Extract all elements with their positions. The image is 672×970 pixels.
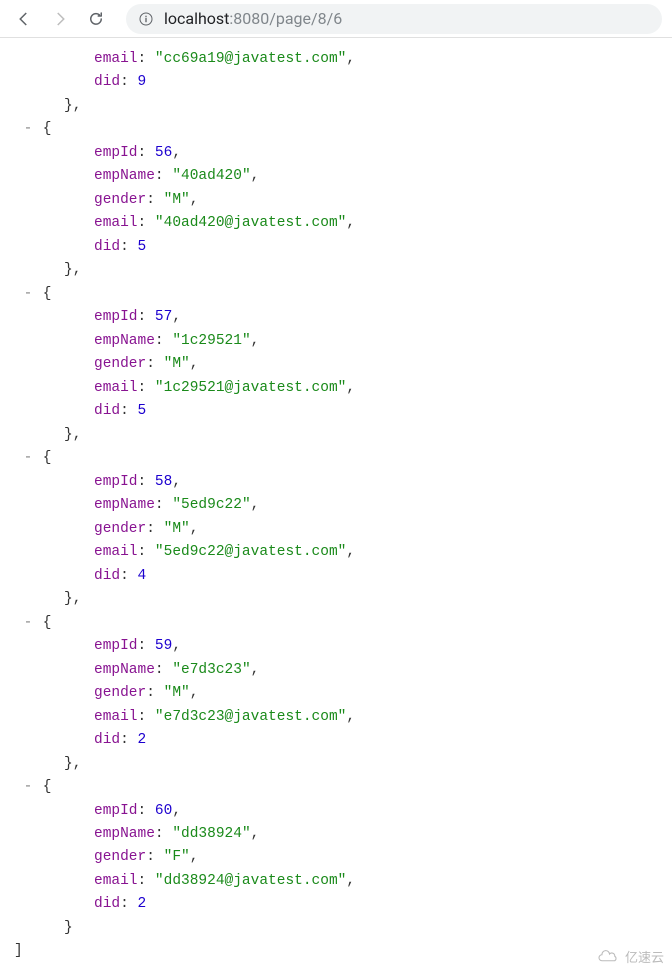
collapse-toggle-icon[interactable]: - [22,283,34,306]
json-object-open: - { [10,612,662,635]
address-bar[interactable]: localhost:8080/page/8/6 [126,4,662,34]
json-object-open: - { [10,776,662,799]
json-prop-empName: empName: "1c29521", [10,330,662,353]
json-object-close: } [10,917,662,940]
json-prop-did: did: 4 [10,565,662,588]
json-prop-did: did: 9 [10,71,662,94]
json-prop-did: did: 5 [10,236,662,259]
json-prop-email: email: "40ad420@javatest.com", [10,212,662,235]
collapse-toggle-icon[interactable]: - [22,776,34,799]
json-object-close: }, [10,259,662,282]
json-prop-email: email: "5ed9c22@javatest.com", [10,541,662,564]
json-prop-gender: gender: "M", [10,518,662,541]
url-text: localhost:8080/page/8/6 [164,9,342,28]
url-path: :8080/page/8/6 [229,9,342,28]
watermark-text: 亿速云 [625,947,664,966]
site-info-icon[interactable] [138,11,154,27]
json-prop-email: email: "1c29521@javatest.com", [10,377,662,400]
json-array-close: ] [10,940,662,963]
json-prop-empId: empId: 56, [10,142,662,165]
watermark: 亿速云 [596,947,664,966]
collapse-toggle-icon[interactable]: - [22,447,34,470]
json-prop-empName: empName: "e7d3c23", [10,659,662,682]
json-prop-empId: empId: 57, [10,306,662,329]
reload-button[interactable] [82,5,110,33]
arrow-left-icon [15,10,33,28]
browser-toolbar: localhost:8080/page/8/6 [0,0,672,38]
url-host: localhost [164,9,229,28]
json-prop-email: email: "e7d3c23@javatest.com", [10,706,662,729]
json-viewer: email: "cc69a19@javatest.com",did: 9},- … [0,38,672,964]
json-prop-did: did: 5 [10,400,662,423]
forward-button[interactable] [46,5,74,33]
json-prop-email: email: "dd38924@javatest.com", [10,870,662,893]
collapse-toggle-icon[interactable]: - [22,612,34,635]
json-prop-empId: empId: 59, [10,635,662,658]
json-prop-empName: empName: "40ad420", [10,165,662,188]
json-prop-gender: gender: "M", [10,353,662,376]
json-object-close: }, [10,588,662,611]
json-prop-gender: gender: "M", [10,682,662,705]
json-prop-gender: gender: "M", [10,189,662,212]
json-object-close: }, [10,424,662,447]
json-prop-empId: empId: 58, [10,471,662,494]
reload-icon [87,10,105,28]
json-object-open: - { [10,283,662,306]
cloud-icon [596,950,620,964]
json-prop-empName: empName: "5ed9c22", [10,494,662,517]
json-prop-did: did: 2 [10,893,662,916]
json-object-open: - { [10,447,662,470]
back-button[interactable] [10,5,38,33]
json-prop-did: did: 2 [10,729,662,752]
collapse-toggle-icon[interactable]: - [22,118,34,141]
json-object-close: }, [10,753,662,776]
json-prop-gender: gender: "F", [10,846,662,869]
json-prop-empId: empId: 60, [10,800,662,823]
json-prop-email: email: "cc69a19@javatest.com", [10,48,662,71]
arrow-right-icon [51,10,69,28]
json-object-open: - { [10,118,662,141]
json-prop-empName: empName: "dd38924", [10,823,662,846]
json-object-close: }, [10,95,662,118]
